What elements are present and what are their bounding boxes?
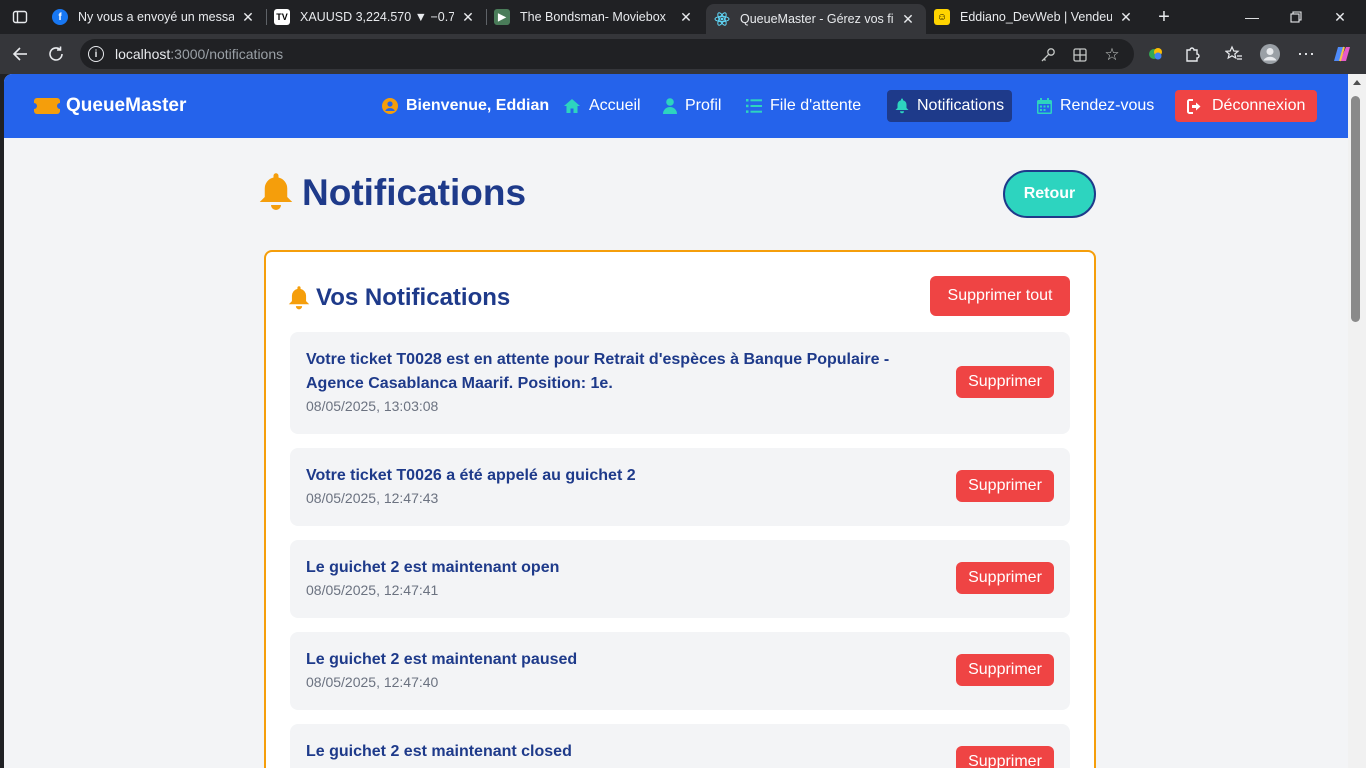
close-icon[interactable]: ✕ (1118, 9, 1134, 25)
nav-home-label: Accueil (589, 97, 641, 114)
reload-icon[interactable] (42, 40, 70, 68)
back-button[interactable]: Retour (1003, 170, 1096, 218)
tab-actions-icon[interactable] (8, 5, 32, 29)
url-text: localhost:3000/notifications (115, 46, 284, 62)
nav-appointments[interactable]: Rendez-vous (1029, 90, 1162, 122)
nav-queue-label: File d'attente (770, 97, 862, 114)
welcome-text: Bienvenue, Eddian (406, 97, 550, 114)
extension-colorful-icon[interactable] (1142, 40, 1170, 68)
close-icon[interactable]: ✕ (460, 9, 476, 25)
profile-avatar-icon[interactable] (1256, 40, 1284, 68)
tab-title: Eddiano_DevWeb | Vendeur su (960, 10, 1112, 24)
password-key-icon[interactable] (1038, 45, 1058, 65)
logout-button[interactable]: Déconnexion (1175, 90, 1318, 122)
nav-home[interactable]: Accueil (555, 90, 649, 122)
fiverr-icon: ☺ (934, 9, 950, 25)
react-icon (714, 11, 730, 27)
browser-tab-active[interactable]: QueueMaster - Gérez vos files ✕ (706, 4, 926, 34)
scroll-up-arrow-icon[interactable] (1353, 80, 1361, 85)
moviebox-icon: ▶ (494, 9, 510, 25)
notification-time: 08/05/2025, 12:47:41 (306, 582, 439, 598)
notification-message: Votre ticket T0028 est en attente pour R… (306, 351, 890, 392)
page-viewport: QueueMaster Bienvenue, Eddian Accueil Pr… (4, 74, 1348, 768)
tradingview-icon: TV (274, 9, 290, 25)
back-arrow-icon[interactable] (6, 40, 34, 68)
new-tab-icon[interactable]: + (1152, 5, 1176, 29)
delete-notification-button[interactable]: Supprimer (956, 562, 1054, 594)
notification-item: Le guichet 2 est maintenant open 08/05/2… (290, 540, 1070, 618)
browser-tab[interactable]: f Ny vous a envoyé un message ✕ (44, 4, 266, 30)
brand-name: QueueMaster (66, 95, 187, 116)
notification-message: Le guichet 2 est maintenant open (306, 559, 560, 576)
sign-out-icon (1187, 98, 1204, 114)
notification-time: 08/05/2025, 13:03:08 (306, 398, 439, 414)
notification-time: 08/05/2025, 12:47:43 (306, 490, 439, 506)
nav-profile[interactable]: Profil (655, 90, 729, 122)
favorite-star-icon[interactable]: ☆ (1102, 45, 1122, 65)
nav-notifications-label: Notifications (917, 97, 1005, 114)
welcome-user: Bienvenue, Eddian (374, 90, 557, 122)
ticket-icon (31, 98, 63, 114)
bell-icon (258, 172, 294, 217)
copilot-icon[interactable] (1328, 40, 1356, 68)
extensions-puzzle-icon[interactable] (1178, 40, 1206, 68)
notification-message: Le guichet 2 est maintenant closed (306, 743, 572, 760)
site-info-icon[interactable]: i (88, 46, 104, 62)
app-navbar: QueueMaster Bienvenue, Eddian Accueil Pr… (4, 74, 1348, 138)
page-header: Notifications Retour (256, 170, 1096, 224)
scrollbar-thumb[interactable] (1351, 96, 1360, 322)
notification-item: Le guichet 2 est maintenant closed Suppr… (290, 724, 1070, 768)
list-icon (746, 99, 762, 113)
bell-icon (895, 98, 909, 114)
browser-toolbar: i localhost:3000/notifications ☆ ⋯ (0, 34, 1366, 74)
delete-notification-button[interactable]: Supprimer (956, 654, 1054, 686)
tab-title: Ny vous a envoyé un message (78, 10, 234, 24)
tab-title: The Bondsman- Moviebox (520, 10, 666, 24)
minimize-icon[interactable]: — (1232, 4, 1272, 30)
page-scrollbar[interactable] (1348, 74, 1366, 768)
user-circle-icon (382, 98, 398, 114)
user-icon (663, 98, 677, 114)
logout-label: Déconnexion (1212, 97, 1306, 114)
nav-notifications[interactable]: Notifications (887, 90, 1013, 122)
delete-all-button[interactable]: Supprimer tout (930, 276, 1070, 316)
more-menu-icon[interactable]: ⋯ (1292, 40, 1320, 68)
notification-item: Votre ticket T0028 est en attente pour R… (290, 332, 1070, 434)
app-install-icon[interactable] (1070, 45, 1090, 65)
card-title: Vos Notifications (288, 284, 510, 312)
tab-title: XAUUSD 3,224.570 ▼ −0.79% (300, 10, 454, 24)
favorites-list-icon[interactable] (1220, 40, 1248, 68)
calendar-icon (1037, 98, 1052, 114)
nav-appointments-label: Rendez-vous (1060, 97, 1155, 114)
restore-icon[interactable] (1276, 4, 1316, 30)
facebook-icon: f (52, 9, 68, 25)
home-icon (563, 98, 581, 114)
notification-item: Votre ticket T0026 a été appelé au guich… (290, 448, 1070, 526)
notification-message: Le guichet 2 est maintenant paused (306, 651, 578, 668)
card-title-text: Vos Notifications (316, 284, 511, 311)
brand-logo[interactable]: QueueMaster (31, 94, 187, 118)
notifications-card: Vos Notifications Supprimer tout Votre t… (264, 250, 1096, 768)
notification-item: Le guichet 2 est maintenant paused 08/05… (290, 632, 1070, 710)
notification-time: 08/05/2025, 12:47:40 (306, 674, 439, 690)
nav-queue[interactable]: File d'attente (738, 90, 869, 122)
address-bar[interactable]: i localhost:3000/notifications ☆ (80, 39, 1134, 69)
page-title: Notifications (302, 172, 527, 213)
bell-icon (288, 285, 310, 311)
close-icon[interactable]: ✕ (678, 9, 694, 25)
browser-tab[interactable]: ▶ The Bondsman- Moviebox ✕ (486, 4, 704, 30)
close-icon[interactable]: ✕ (240, 9, 256, 25)
browser-tab[interactable]: TV XAUUSD 3,224.570 ▼ −0.79% ✕ (266, 4, 486, 30)
delete-notification-button[interactable]: Supprimer (956, 470, 1054, 502)
delete-notification-button[interactable]: Supprimer (956, 366, 1054, 398)
browser-tab-strip: f Ny vous a envoyé un message ✕ TV XAUUS… (0, 0, 1366, 34)
close-window-icon[interactable]: ✕ (1320, 4, 1360, 30)
nav-profile-label: Profil (685, 97, 722, 114)
notification-message: Votre ticket T0026 a été appelé au guich… (306, 467, 636, 484)
close-icon[interactable]: ✕ (900, 11, 916, 27)
delete-notification-button[interactable]: Supprimer (956, 746, 1054, 768)
browser-tab[interactable]: ☺ Eddiano_DevWeb | Vendeur su ✕ (926, 4, 1144, 30)
tab-title: QueueMaster - Gérez vos files (740, 12, 894, 26)
